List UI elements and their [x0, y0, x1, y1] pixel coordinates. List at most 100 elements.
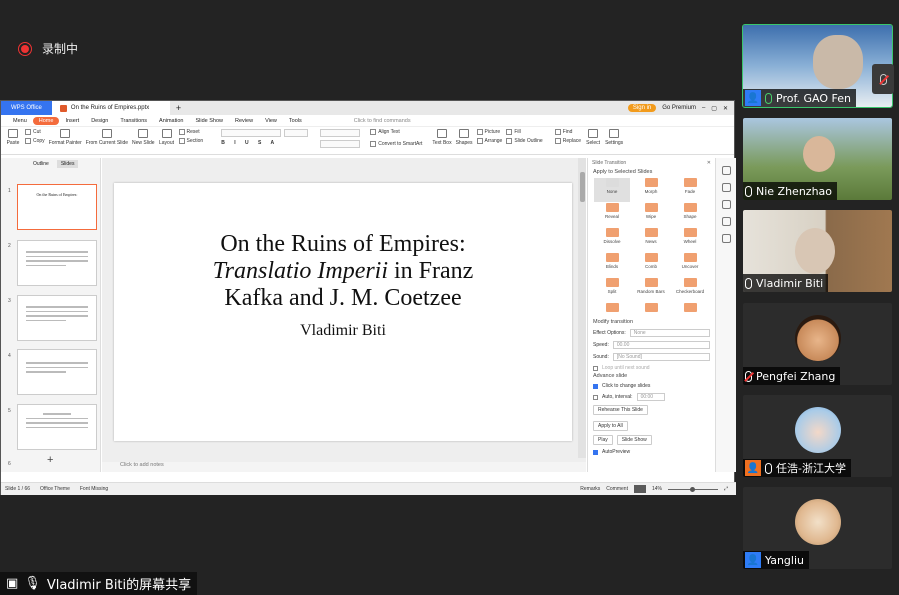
picture-button[interactable]: Picture	[476, 129, 503, 135]
transition-effect-item[interactable]: Wipe	[633, 203, 669, 227]
play-button[interactable]: Play	[593, 435, 613, 445]
select-button[interactable]: Select	[585, 129, 601, 146]
pin-icon[interactable]	[721, 183, 731, 192]
font-size-select[interactable]	[284, 129, 309, 137]
settings-button[interactable]: Settings	[605, 129, 623, 146]
zoom-level[interactable]: 14%	[652, 486, 662, 492]
autopreview-checkbox[interactable]	[593, 449, 598, 455]
menu-item-animation[interactable]: Animation	[153, 118, 189, 124]
slide-show-button[interactable]: Slide Show	[616, 435, 652, 445]
participant-tile[interactable]: Pengfei Zhang	[743, 303, 892, 385]
from-current-slide-button[interactable]: From Current Slide	[86, 129, 128, 146]
current-slide[interactable]: On the Ruins of Empires: Translatio Impe…	[114, 183, 572, 441]
slide-thumbnail-3[interactable]	[17, 295, 97, 341]
slideshow-play-icon[interactable]	[633, 485, 646, 493]
theme-name[interactable]: Office Theme	[40, 486, 70, 492]
participant-tile[interactable]: 👤 Yangliu	[743, 487, 892, 569]
slide-title-line-1[interactable]: On the Ruins of Empires:	[114, 231, 572, 258]
menu-item-view[interactable]: View	[259, 118, 283, 124]
menu-item-home[interactable]: Home	[32, 116, 60, 125]
copy-button[interactable]: Copy	[25, 138, 45, 144]
history-icon[interactable]	[721, 217, 731, 226]
transition-effect-item[interactable]: Wheel	[672, 228, 708, 252]
layout-button[interactable]: Layout	[159, 129, 175, 146]
menu-item-tools[interactable]: Tools	[283, 118, 308, 124]
participant-tile[interactable]: 👤 任浩-浙江大学	[743, 395, 892, 477]
convert-smartart-button[interactable]: Convert to SmartArt	[370, 141, 422, 147]
slide-title-line-3[interactable]: Kafka and J. M. Coetzee	[114, 285, 572, 312]
slide-thumbnail-4[interactable]	[17, 349, 97, 395]
arrange-button[interactable]: Arrange	[476, 138, 502, 144]
tab-outline[interactable]: Outline	[29, 160, 53, 168]
transition-icon[interactable]	[721, 166, 731, 175]
transition-effect-item[interactable]: Random Bars	[633, 278, 669, 302]
transition-effect-item[interactable]: Split	[594, 278, 630, 302]
paste-button[interactable]: Paste	[5, 129, 21, 146]
format-painter-button[interactable]: Format Painter	[49, 129, 82, 146]
align-text-button[interactable]: Align Text	[370, 129, 422, 135]
remarks-button[interactable]: Remarks	[580, 486, 600, 492]
auto-interval-checkbox[interactable]	[593, 394, 598, 400]
effect-options-select[interactable]: None	[629, 329, 710, 337]
transition-effect-item[interactable]	[594, 303, 630, 316]
fit-icon[interactable]: ⤢	[724, 486, 728, 492]
participant-tile[interactable]: Vladimir Biti	[743, 210, 892, 292]
transition-effect-item[interactable]: Fade	[672, 178, 708, 202]
adjust-icon[interactable]	[721, 200, 731, 209]
font-missing[interactable]: Font Missing	[80, 486, 108, 492]
fill-button[interactable]: Fill	[506, 129, 542, 135]
rehearse-button[interactable]: Rehearse This Slide	[593, 405, 648, 415]
new-tab-icon[interactable]: +	[170, 103, 187, 113]
new-slide-button[interactable]: New Slide	[132, 129, 155, 146]
slide-outline-button[interactable]: Slide Outline	[506, 138, 543, 144]
cut-button[interactable]: Cut	[25, 129, 45, 135]
zoom-slider[interactable]	[667, 486, 718, 492]
paragraph-list-icons[interactable]	[320, 129, 361, 137]
menu-item-slide-show[interactable]: Slide Show	[190, 118, 230, 124]
mic-muted-icon[interactable]	[872, 64, 894, 94]
menu-item-insert[interactable]: Insert	[59, 118, 85, 124]
transition-effect-item[interactable]: Comb	[633, 253, 669, 277]
replace-button[interactable]: Replace	[554, 138, 581, 144]
wps-office-tab[interactable]: WPS Office	[1, 101, 52, 115]
sound-select[interactable]: [No Sound]	[612, 353, 710, 361]
shapes-button[interactable]: Shapes	[456, 129, 473, 146]
comment-button[interactable]: Comment	[606, 486, 628, 492]
add-slide-icon[interactable]: +	[47, 454, 53, 466]
notes-area[interactable]: Click to add notes	[102, 462, 586, 472]
apply-to-all-button[interactable]: Apply to All	[593, 421, 628, 431]
text-box-button[interactable]: Text Box	[432, 129, 452, 146]
click-to-change-checkbox[interactable]	[593, 383, 598, 389]
go-premium-button[interactable]: Go Premium	[662, 105, 696, 111]
menu-item-transitions[interactable]: Transitions	[114, 118, 153, 124]
transition-effect-item[interactable]: Reveal	[594, 203, 630, 227]
transition-effect-item[interactable]: Dissolve	[594, 228, 630, 252]
speed-input[interactable]: 00.00	[612, 341, 710, 349]
transition-effect-item[interactable]: News	[633, 228, 669, 252]
alignment-icons[interactable]	[320, 140, 361, 148]
recording-indicator[interactable]: 录制中	[18, 40, 78, 57]
transition-effect-item[interactable]	[672, 303, 708, 316]
slide-thumbnail-1[interactable]: On the Ruins of Empires:	[17, 184, 97, 230]
slide-thumbnail-5[interactable]	[17, 404, 97, 450]
screen-share-banner[interactable]: ▣ 🎙 Vladimir Biti的屏幕共享	[0, 572, 198, 595]
menu-item-menu[interactable]: Menu	[7, 118, 33, 124]
transition-effect-item[interactable]: Checkerboard	[672, 278, 708, 302]
transition-effect-item[interactable]: Blinds	[594, 253, 630, 277]
menu-item-design[interactable]: Design	[85, 118, 114, 124]
slide-author[interactable]: Vladimir Biti	[114, 322, 572, 340]
reset-button[interactable]: Reset	[178, 129, 204, 135]
slide-thumbnail-2[interactable]	[17, 240, 97, 286]
loop-checkbox[interactable]	[593, 365, 598, 371]
transition-effect-item[interactable]: None	[594, 178, 630, 202]
file-tab[interactable]: On the Ruins of Empires.pptx	[51, 101, 170, 115]
close-panel-icon[interactable]: ✕	[707, 160, 711, 166]
minimize-icon[interactable]: –	[702, 105, 705, 111]
transition-effect-item[interactable]	[633, 303, 669, 316]
slide-title-line-2[interactable]: Translatio Imperii in Franz	[114, 258, 572, 285]
sign-in-button[interactable]: Sign in	[627, 104, 657, 112]
maximize-icon[interactable]: ▢	[711, 105, 717, 112]
transition-effect-item[interactable]: Shape	[672, 203, 708, 227]
close-icon[interactable]: ✕	[723, 105, 728, 112]
auto-interval-input[interactable]: 00:00	[636, 393, 665, 401]
